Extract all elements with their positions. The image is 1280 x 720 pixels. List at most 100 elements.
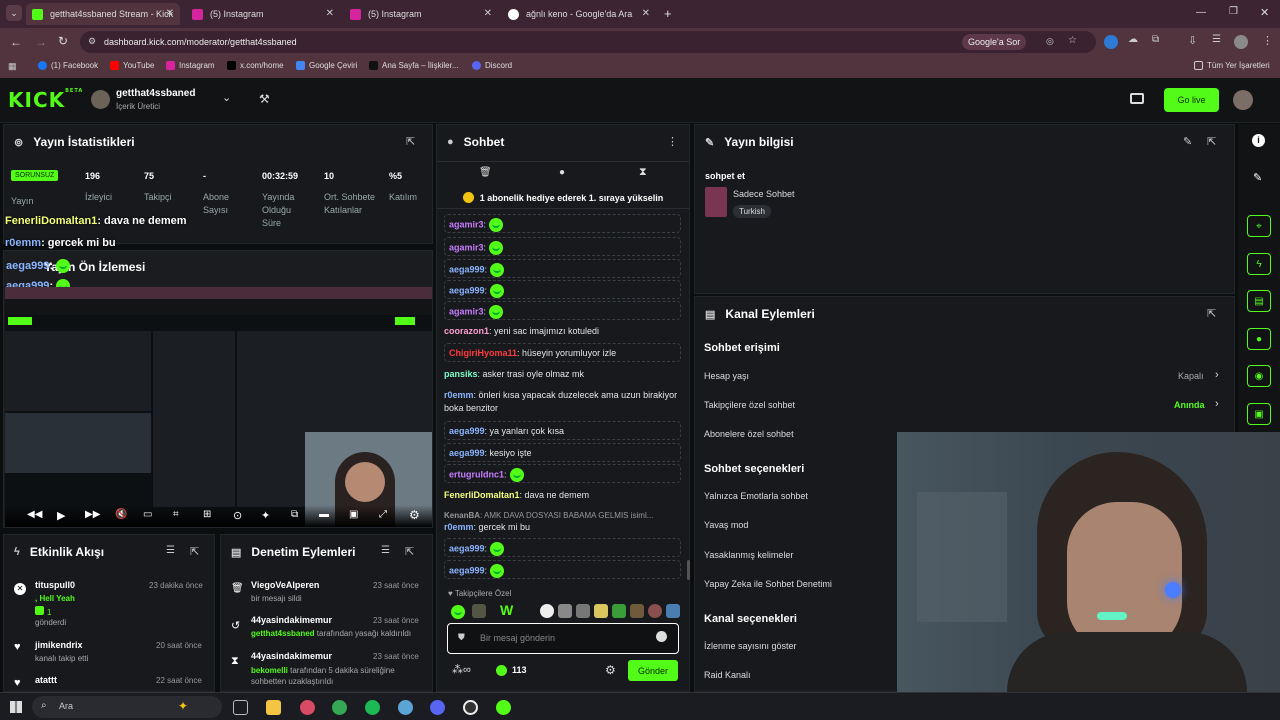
spotify-icon[interactable] (365, 700, 380, 715)
chevron-right-icon[interactable]: › (1215, 398, 1219, 410)
multistream-icon[interactable] (1130, 93, 1144, 104)
pip-icon[interactable]: ⧉ (291, 509, 298, 520)
windows-start-icon[interactable] (10, 701, 22, 713)
chat-username[interactable]: agamir3 (449, 306, 484, 316)
chat-username[interactable]: aega999 (449, 285, 485, 295)
preview-video[interactable]: ◀◀ ▶ ▶▶ 🔇 ▭ ⌗ ⊞ ⊙ ✦ ⧉ ▬ ▣ ⤢ ⚙ (5, 287, 432, 527)
menu-kebab-icon[interactable]: ⋮ (667, 135, 678, 148)
w-emote-icon[interactable]: W (500, 602, 513, 618)
bookmark-youtube[interactable]: YouTube (110, 61, 154, 70)
chat-username[interactable]: coorazon1 (444, 326, 489, 336)
task-view-icon[interactable] (233, 700, 248, 715)
emote-icon[interactable] (630, 604, 644, 618)
chevron-down-icon[interactable]: ⌄ (222, 91, 231, 104)
kick-app-icon[interactable] (496, 700, 511, 715)
chat-username[interactable]: agamir3 (449, 219, 484, 229)
raid-row[interactable]: Raid Kanalı (704, 670, 751, 680)
bookmark-iliskiler[interactable]: Ana Sayfa – İlişkiler... (369, 61, 458, 70)
gift-promo[interactable]: 1 abonelik hediye ederek 1. sıraya yükse… (437, 187, 689, 209)
star-icon[interactable]: ☆ (1068, 35, 1077, 46)
followers-chat-row[interactable]: Takipçilere özel sohbet (704, 400, 795, 410)
banned-words-row[interactable]: Yasaklanmış kelimeler (704, 550, 793, 560)
playlist-icon[interactable]: ☰ (1212, 34, 1221, 45)
chat-username[interactable]: ertugruldnc1 (449, 469, 504, 479)
filter-icon[interactable]: ☰ (381, 545, 390, 556)
profile-avatar[interactable] (1234, 35, 1248, 49)
tab-search-button[interactable]: ⌄ (6, 5, 22, 21)
browser-tab-4[interactable]: ağnlı keno - Google'da Ara ✕ (502, 3, 656, 25)
category-name[interactable]: Sadece Sohbet (733, 189, 795, 199)
user-avatar[interactable] (1233, 90, 1253, 110)
mod-target[interactable]: ViegoVeAlperen (251, 580, 319, 590)
new-tab-button[interactable]: + (664, 6, 672, 21)
camera-icon[interactable]: ▭ (143, 509, 152, 520)
gear-icon[interactable]: ⚙ (605, 663, 616, 677)
gear-icon[interactable]: ⚙ (409, 508, 420, 522)
bookmark-x[interactable]: x.com/home (227, 61, 284, 70)
chat-username[interactable]: r0emm (444, 390, 474, 400)
chat-username[interactable]: KenanBA (444, 511, 480, 520)
document-icon[interactable]: ▤ (1247, 290, 1271, 312)
popout-icon[interactable]: ⇱ (405, 545, 414, 558)
bookmark-discord[interactable]: Discord (472, 61, 512, 70)
file-explorer-icon[interactable] (266, 700, 281, 715)
back-icon[interactable]: ← (10, 35, 22, 49)
close-icon[interactable]: ✕ (642, 8, 650, 19)
feed-user[interactable]: atattt (35, 675, 57, 685)
emote-icon[interactable] (612, 604, 626, 618)
emoji-icon[interactable] (656, 631, 667, 642)
focus-icon[interactable]: ⌖ (1247, 215, 1271, 237)
apps-grid-icon[interactable]: ▦ (8, 61, 17, 72)
puzzle-icon[interactable]: ⧉ (1152, 34, 1159, 45)
chat-username[interactable]: aega999 (449, 264, 485, 274)
chrome-icon[interactable] (332, 700, 347, 715)
extension-icon[interactable]: ☁ (1128, 34, 1138, 45)
replay-icon[interactable]: ⊙ (233, 509, 242, 522)
chat-username[interactable]: r0emm (444, 522, 474, 532)
chat-username[interactable]: pansiks (444, 369, 478, 379)
chat-username[interactable]: agamir3 (449, 242, 484, 252)
bookmark-google-translate[interactable]: Google Çeviri (296, 61, 357, 70)
kick-logo[interactable]: KICKBETA (8, 88, 83, 112)
menu-kebab-icon[interactable]: ⋮ (1262, 34, 1273, 47)
show-views-row[interactable]: İzlenme sayısını göster (704, 641, 797, 651)
points-value[interactable]: 113 (512, 665, 527, 675)
crop-icon[interactable]: ⌗ (173, 509, 179, 520)
browser-tab-1[interactable]: getthat4ssbaned Stream - Kick ✕ (26, 3, 180, 25)
popout-icon[interactable]: ⇱ (406, 135, 415, 148)
chat-username[interactable]: aega999 (449, 543, 485, 553)
chat-username[interactable]: FenerliDomaltan1 (444, 490, 520, 500)
forward-skip-icon[interactable]: ▶▶ (85, 509, 100, 520)
slow-mode-row[interactable]: Yavaş mod (704, 520, 748, 530)
popout-icon[interactable]: ⇱ (190, 545, 199, 558)
taskbar-search[interactable]: ⌕ Ara ✦ (32, 696, 222, 718)
discord-icon[interactable] (430, 700, 445, 715)
broadcast-icon[interactable]: ◉ (1247, 365, 1271, 387)
emote-icon[interactable] (576, 604, 590, 618)
feed-user[interactable]: tituspull0 (35, 580, 75, 590)
feed-user[interactable]: jimikendrix (35, 640, 83, 650)
chat-username[interactable]: ChigiriHyoma11 (449, 348, 517, 358)
chat-tools-icon[interactable]: ⁂∞ (452, 663, 471, 676)
popout-icon[interactable]: ⇱ (1207, 307, 1216, 320)
all-bookmarks[interactable]: Tüm Yer İşaretleri (1194, 61, 1270, 70)
chat-bubble-icon[interactable]: ● (559, 167, 565, 178)
maximize-button[interactable]: ❐ (1229, 6, 1238, 17)
eye-off-icon[interactable]: ◎ (1046, 36, 1054, 47)
chat-username[interactable]: aega999 (449, 448, 485, 458)
minimize-button[interactable]: — (1196, 7, 1206, 18)
close-icon[interactable]: ✕ (484, 8, 492, 19)
account-age-row[interactable]: Hesap yaşı (704, 371, 749, 381)
mute-icon[interactable]: 🔇 (115, 509, 127, 520)
snipping-icon[interactable] (300, 700, 315, 715)
close-icon[interactable]: ✕ (166, 8, 174, 19)
kick-emote-icon[interactable] (451, 604, 465, 619)
settings-icon[interactable] (398, 700, 413, 715)
category-thumbnail[interactable] (705, 187, 727, 217)
chevron-right-icon[interactable]: › (1215, 369, 1219, 381)
emote-icon[interactable] (666, 604, 680, 618)
emote-icon[interactable] (594, 604, 608, 618)
send-button[interactable]: Gönder (628, 660, 678, 681)
browser-tab-2[interactable]: (5) Instagram ✕ (186, 3, 340, 25)
emote-icon[interactable] (540, 604, 554, 618)
